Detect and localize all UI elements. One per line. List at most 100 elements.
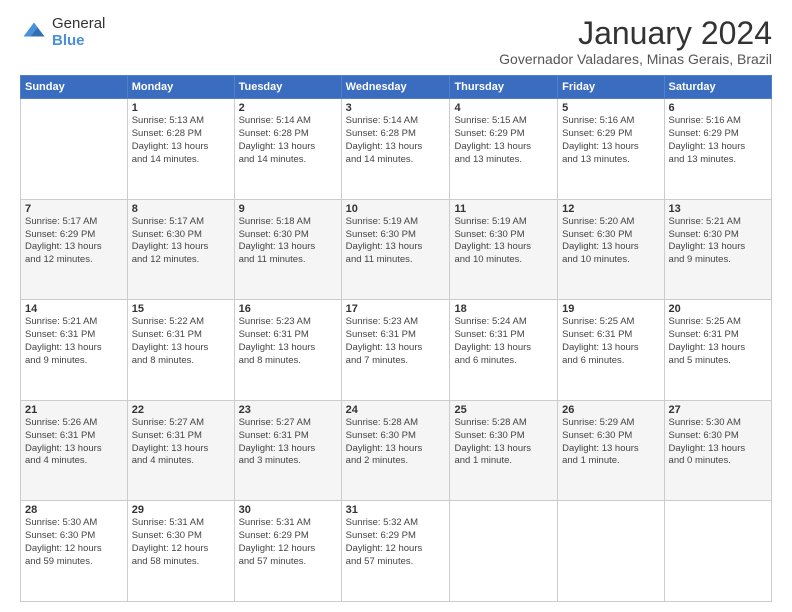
- day-info: Sunrise: 5:14 AM Sunset: 6:28 PM Dayligh…: [346, 115, 446, 166]
- day-number: 24: [346, 404, 446, 416]
- table-cell: 29Sunrise: 5:31 AM Sunset: 6:30 PM Dayli…: [127, 501, 234, 602]
- calendar-header-row: Sunday Monday Tuesday Wednesday Thursday…: [21, 76, 772, 99]
- table-cell: 22Sunrise: 5:27 AM Sunset: 6:31 PM Dayli…: [127, 400, 234, 501]
- day-number: 23: [239, 404, 337, 416]
- day-info: Sunrise: 5:31 AM Sunset: 6:30 PM Dayligh…: [132, 517, 230, 568]
- day-number: 15: [132, 303, 230, 315]
- day-number: 19: [562, 303, 659, 315]
- main-title: January 2024: [499, 16, 772, 51]
- table-cell: 4Sunrise: 5:15 AM Sunset: 6:29 PM Daylig…: [450, 99, 558, 200]
- day-info: Sunrise: 5:21 AM Sunset: 6:31 PM Dayligh…: [25, 316, 123, 367]
- day-number: 29: [132, 504, 230, 516]
- table-cell: 19Sunrise: 5:25 AM Sunset: 6:31 PM Dayli…: [558, 300, 664, 401]
- title-block: January 2024 Governador Valadares, Minas…: [499, 16, 772, 67]
- table-cell: [664, 501, 771, 602]
- day-number: 31: [346, 504, 446, 516]
- day-number: 9: [239, 203, 337, 215]
- table-cell: 30Sunrise: 5:31 AM Sunset: 6:29 PM Dayli…: [234, 501, 341, 602]
- day-number: 1: [132, 102, 230, 114]
- table-cell: [21, 99, 128, 200]
- day-info: Sunrise: 5:27 AM Sunset: 6:31 PM Dayligh…: [239, 417, 337, 468]
- day-info: Sunrise: 5:23 AM Sunset: 6:31 PM Dayligh…: [239, 316, 337, 367]
- day-info: Sunrise: 5:19 AM Sunset: 6:30 PM Dayligh…: [346, 216, 446, 267]
- day-info: Sunrise: 5:13 AM Sunset: 6:28 PM Dayligh…: [132, 115, 230, 166]
- table-cell: 27Sunrise: 5:30 AM Sunset: 6:30 PM Dayli…: [664, 400, 771, 501]
- table-cell: 17Sunrise: 5:23 AM Sunset: 6:31 PM Dayli…: [341, 300, 450, 401]
- day-info: Sunrise: 5:16 AM Sunset: 6:29 PM Dayligh…: [562, 115, 659, 166]
- day-number: 14: [25, 303, 123, 315]
- col-friday: Friday: [558, 76, 664, 99]
- logo-icon: [20, 19, 48, 47]
- day-info: Sunrise: 5:26 AM Sunset: 6:31 PM Dayligh…: [25, 417, 123, 468]
- day-number: 12: [562, 203, 659, 215]
- table-row: 14Sunrise: 5:21 AM Sunset: 6:31 PM Dayli…: [21, 300, 772, 401]
- day-number: 25: [454, 404, 553, 416]
- day-number: 7: [25, 203, 123, 215]
- logo: General Blue: [20, 16, 105, 49]
- day-info: Sunrise: 5:14 AM Sunset: 6:28 PM Dayligh…: [239, 115, 337, 166]
- day-number: 21: [25, 404, 123, 416]
- header: General Blue January 2024 Governador Val…: [20, 16, 772, 67]
- day-number: 13: [669, 203, 767, 215]
- day-info: Sunrise: 5:28 AM Sunset: 6:30 PM Dayligh…: [346, 417, 446, 468]
- day-info: Sunrise: 5:30 AM Sunset: 6:30 PM Dayligh…: [669, 417, 767, 468]
- table-cell: 16Sunrise: 5:23 AM Sunset: 6:31 PM Dayli…: [234, 300, 341, 401]
- day-number: 30: [239, 504, 337, 516]
- day-info: Sunrise: 5:29 AM Sunset: 6:30 PM Dayligh…: [562, 417, 659, 468]
- col-tuesday: Tuesday: [234, 76, 341, 99]
- table-cell: [450, 501, 558, 602]
- day-number: 20: [669, 303, 767, 315]
- day-number: 5: [562, 102, 659, 114]
- day-number: 11: [454, 203, 553, 215]
- day-info: Sunrise: 5:28 AM Sunset: 6:30 PM Dayligh…: [454, 417, 553, 468]
- day-info: Sunrise: 5:21 AM Sunset: 6:30 PM Dayligh…: [669, 216, 767, 267]
- day-number: 18: [454, 303, 553, 315]
- table-cell: 8Sunrise: 5:17 AM Sunset: 6:30 PM Daylig…: [127, 199, 234, 300]
- day-info: Sunrise: 5:17 AM Sunset: 6:30 PM Dayligh…: [132, 216, 230, 267]
- day-number: 4: [454, 102, 553, 114]
- table-cell: 3Sunrise: 5:14 AM Sunset: 6:28 PM Daylig…: [341, 99, 450, 200]
- day-info: Sunrise: 5:19 AM Sunset: 6:30 PM Dayligh…: [454, 216, 553, 267]
- table-cell: 12Sunrise: 5:20 AM Sunset: 6:30 PM Dayli…: [558, 199, 664, 300]
- day-number: 6: [669, 102, 767, 114]
- day-info: Sunrise: 5:30 AM Sunset: 6:30 PM Dayligh…: [25, 517, 123, 568]
- table-cell: 31Sunrise: 5:32 AM Sunset: 6:29 PM Dayli…: [341, 501, 450, 602]
- logo-text: General Blue: [52, 16, 105, 49]
- day-number: 28: [25, 504, 123, 516]
- day-info: Sunrise: 5:15 AM Sunset: 6:29 PM Dayligh…: [454, 115, 553, 166]
- day-info: Sunrise: 5:25 AM Sunset: 6:31 PM Dayligh…: [562, 316, 659, 367]
- table-row: 21Sunrise: 5:26 AM Sunset: 6:31 PM Dayli…: [21, 400, 772, 501]
- subtitle: Governador Valadares, Minas Gerais, Braz…: [499, 51, 772, 67]
- col-thursday: Thursday: [450, 76, 558, 99]
- table-cell: 9Sunrise: 5:18 AM Sunset: 6:30 PM Daylig…: [234, 199, 341, 300]
- table-cell: 26Sunrise: 5:29 AM Sunset: 6:30 PM Dayli…: [558, 400, 664, 501]
- day-info: Sunrise: 5:20 AM Sunset: 6:30 PM Dayligh…: [562, 216, 659, 267]
- table-cell: 23Sunrise: 5:27 AM Sunset: 6:31 PM Dayli…: [234, 400, 341, 501]
- table-cell: 24Sunrise: 5:28 AM Sunset: 6:30 PM Dayli…: [341, 400, 450, 501]
- col-monday: Monday: [127, 76, 234, 99]
- day-number: 8: [132, 203, 230, 215]
- page: General Blue January 2024 Governador Val…: [0, 0, 792, 612]
- day-info: Sunrise: 5:27 AM Sunset: 6:31 PM Dayligh…: [132, 417, 230, 468]
- day-info: Sunrise: 5:31 AM Sunset: 6:29 PM Dayligh…: [239, 517, 337, 568]
- table-cell: 14Sunrise: 5:21 AM Sunset: 6:31 PM Dayli…: [21, 300, 128, 401]
- table-cell: 18Sunrise: 5:24 AM Sunset: 6:31 PM Dayli…: [450, 300, 558, 401]
- table-row: 7Sunrise: 5:17 AM Sunset: 6:29 PM Daylig…: [21, 199, 772, 300]
- table-cell: 7Sunrise: 5:17 AM Sunset: 6:29 PM Daylig…: [21, 199, 128, 300]
- calendar-table: Sunday Monday Tuesday Wednesday Thursday…: [20, 75, 772, 602]
- col-wednesday: Wednesday: [341, 76, 450, 99]
- table-cell: 20Sunrise: 5:25 AM Sunset: 6:31 PM Dayli…: [664, 300, 771, 401]
- day-number: 16: [239, 303, 337, 315]
- table-cell: [558, 501, 664, 602]
- day-info: Sunrise: 5:32 AM Sunset: 6:29 PM Dayligh…: [346, 517, 446, 568]
- day-info: Sunrise: 5:22 AM Sunset: 6:31 PM Dayligh…: [132, 316, 230, 367]
- table-cell: 6Sunrise: 5:16 AM Sunset: 6:29 PM Daylig…: [664, 99, 771, 200]
- day-info: Sunrise: 5:23 AM Sunset: 6:31 PM Dayligh…: [346, 316, 446, 367]
- table-cell: 13Sunrise: 5:21 AM Sunset: 6:30 PM Dayli…: [664, 199, 771, 300]
- table-cell: 15Sunrise: 5:22 AM Sunset: 6:31 PM Dayli…: [127, 300, 234, 401]
- day-info: Sunrise: 5:24 AM Sunset: 6:31 PM Dayligh…: [454, 316, 553, 367]
- table-cell: 2Sunrise: 5:14 AM Sunset: 6:28 PM Daylig…: [234, 99, 341, 200]
- day-number: 2: [239, 102, 337, 114]
- day-info: Sunrise: 5:18 AM Sunset: 6:30 PM Dayligh…: [239, 216, 337, 267]
- logo-blue: Blue: [52, 33, 105, 50]
